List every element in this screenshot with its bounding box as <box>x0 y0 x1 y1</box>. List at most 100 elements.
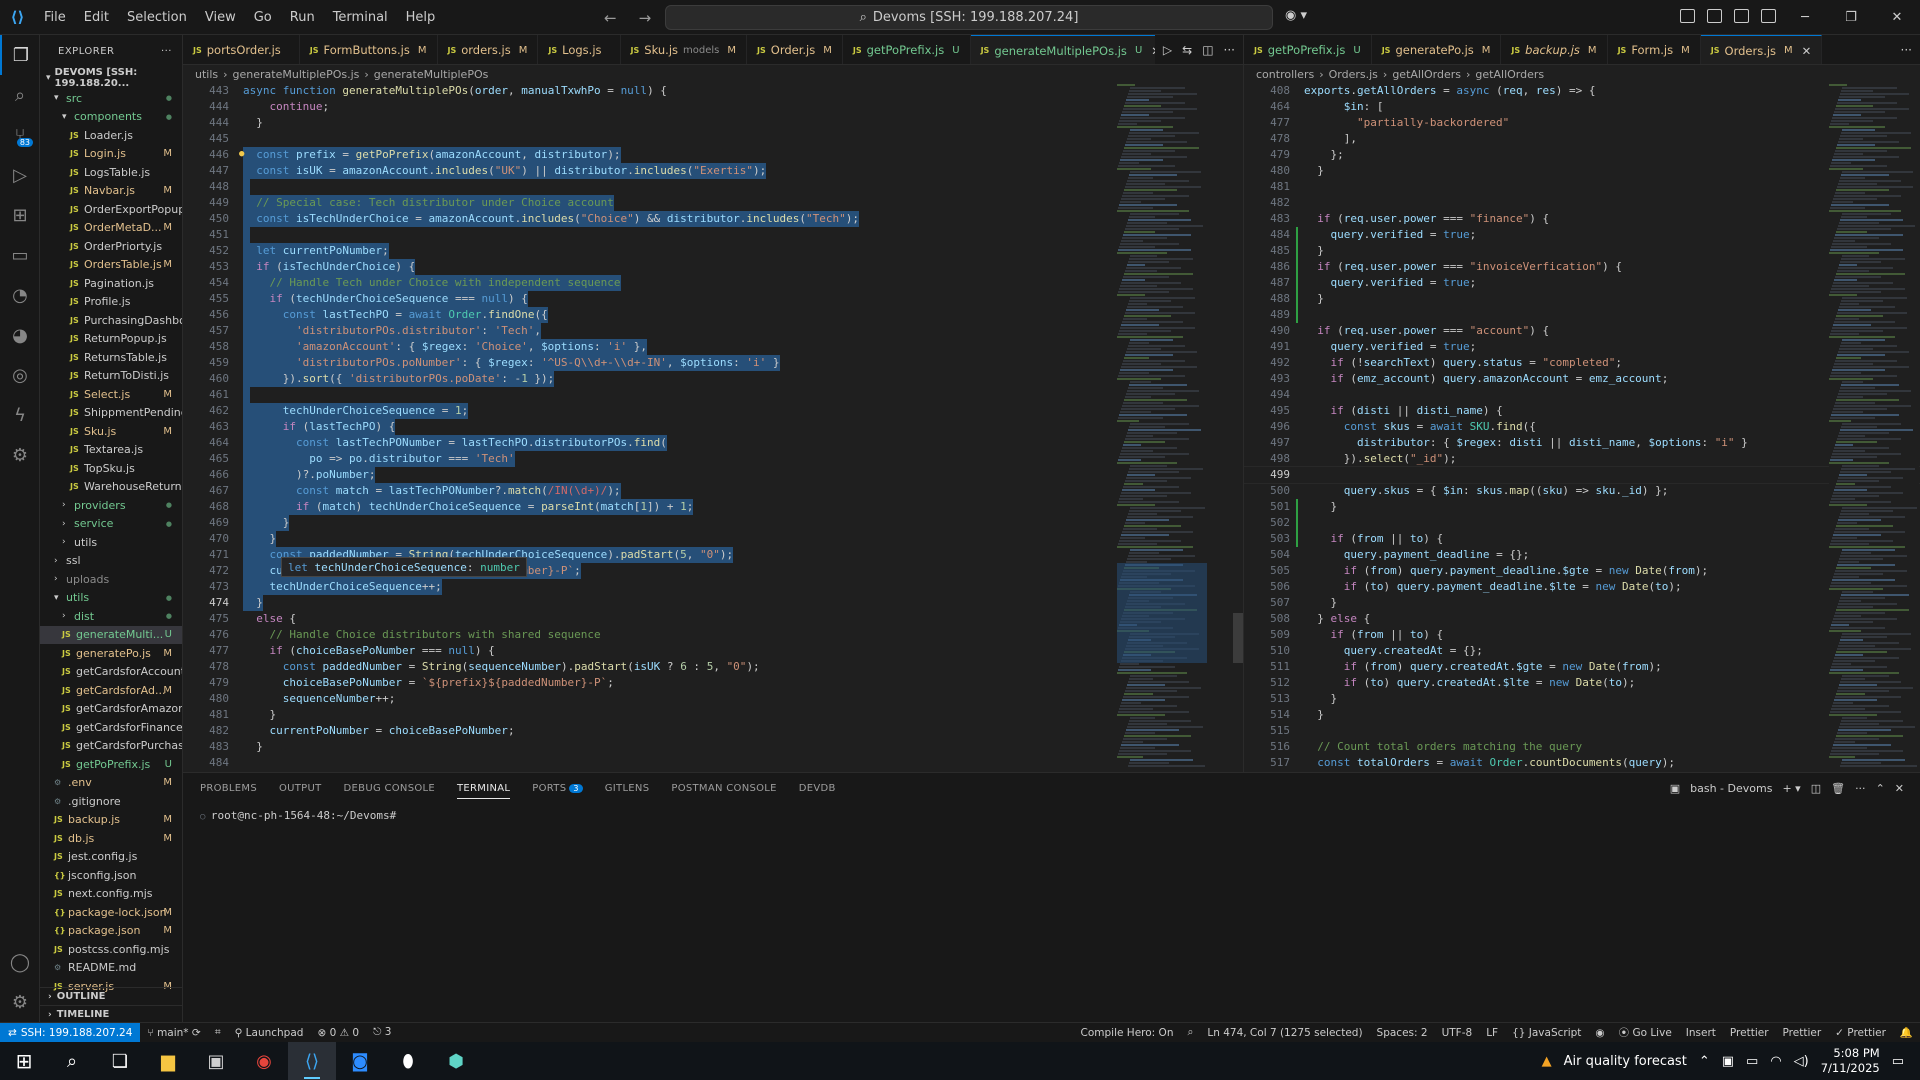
tree-item[interactable]: JS getCardsforFinance.js <box>40 718 182 737</box>
editor-tab[interactable]: JS Form.js M <box>1608 35 1701 64</box>
panel-tab-gitlens[interactable]: GITLENS <box>605 783 650 794</box>
tree-item[interactable]: › uploads <box>40 570 182 589</box>
notifications-bell-icon[interactable]: 🔔 <box>1893 1026 1920 1039</box>
panel-tab-debug-console[interactable]: DEBUG CONSOLE <box>344 783 435 794</box>
split-editor-icon[interactable]: ◫ <box>1202 43 1213 57</box>
breadcrumb-item[interactable]: utils <box>195 68 218 81</box>
editor-tab[interactable]: JSgenerateMultiplePOs.jsU✕ <box>970 35 1172 64</box>
remote-indicator[interactable]: ⇄ SSH: 199.188.207.24 <box>0 1022 141 1043</box>
tree-item[interactable]: JS Select.js M <box>40 385 182 404</box>
panel-tab-devdb[interactable]: DEVDB <box>799 783 836 794</box>
windows-start-icon[interactable]: ⊞ <box>0 1042 48 1080</box>
menu-terminal[interactable]: Terminal <box>324 0 397 35</box>
tree-item[interactable]: JS OrderMetaD... M <box>40 219 182 238</box>
close-panel-icon[interactable]: ✕ <box>1895 782 1904 795</box>
notification-center-icon[interactable]: ▭ <box>1892 1054 1904 1069</box>
compile-hero-item[interactable]: Compile Hero: On <box>1074 1027 1181 1039</box>
docker-icon[interactable]: ◎ <box>0 355 40 395</box>
tree-item[interactable]: JS backup.js M <box>40 811 182 830</box>
tree-item[interactable]: ▾ components ● <box>40 108 182 127</box>
tree-item[interactable]: ⚙ .gitignore <box>40 792 182 811</box>
tree-item[interactable]: JS getCardsforAmazon.js <box>40 700 182 719</box>
maximize-panel-icon[interactable]: ⌃ <box>1876 782 1885 795</box>
code-editor-right[interactable]: 408 exports.getAllOrders = async (req, re… <box>1244 83 1920 772</box>
close-tab-icon[interactable]: ✕ <box>1802 44 1812 58</box>
tree-item[interactable]: JS db.js M <box>40 829 182 848</box>
editor-tab[interactable]: JS getPoPrefix.js U <box>843 35 971 64</box>
volume-icon[interactable]: ◁) <box>1794 1054 1809 1069</box>
tree-item[interactable]: JS getCardsforPurchasi... <box>40 737 182 756</box>
tree-item[interactable]: › service ● <box>40 515 182 534</box>
tree-item[interactable]: JS postcss.config.mjs <box>40 940 182 959</box>
ports-indicator[interactable]: ⎋ 3 <box>366 1026 398 1039</box>
forward-arrow-icon[interactable]: → <box>639 9 652 27</box>
tree-item[interactable]: JS getCardsforAccount.js <box>40 663 182 682</box>
editor-tab[interactable]: JS getPoPrefix.js U <box>1244 35 1372 64</box>
menu-file[interactable]: File <box>35 0 75 35</box>
prettier-item[interactable]: Prettier <box>1723 1027 1776 1039</box>
panel-tab-terminal[interactable]: TERMINAL <box>457 778 511 799</box>
toggle-secondary-sidebar-icon[interactable] <box>1761 9 1776 23</box>
breadcrumb-item[interactable]: getAllOrders <box>1392 68 1461 81</box>
tree-item[interactable]: JS next.config.mjs <box>40 885 182 904</box>
panel-tab-postman-console[interactable]: POSTMAN CONSOLE <box>671 783 776 794</box>
search-view-icon[interactable]: ⌕ <box>0 75 40 115</box>
tree-item[interactable]: JS LogsTable.js <box>40 163 182 182</box>
back-arrow-icon[interactable]: ← <box>604 9 617 27</box>
terminal[interactable]: ○ root@nc-ph-1564-48:~/Devoms# <box>183 803 1920 828</box>
cursor-position[interactable]: Ln 474, Col 7 (1275 selected) <box>1200 1027 1369 1039</box>
command-center-search[interactable]: ⌕ Devoms [SSH: 199.188.207.24] <box>665 5 1273 30</box>
lightbulb-icon[interactable]: ● <box>239 149 244 159</box>
tree-item[interactable]: ⚙ .env M <box>40 774 182 793</box>
toggle-primary-sidebar-icon[interactable] <box>1707 9 1722 23</box>
more-icon[interactable]: ··· <box>1901 43 1912 57</box>
minimap-right[interactable] <box>1829 83 1919 772</box>
menu-help[interactable]: Help <box>397 0 445 35</box>
store-icon[interactable]: ▣ <box>192 1042 240 1080</box>
editor-tab[interactable]: JS FormButtons.js M <box>300 35 438 64</box>
more-actions-icon[interactable]: ··· <box>161 46 172 57</box>
source-control-icon[interactable]: ⑂ 83 <box>0 115 40 155</box>
tree-item[interactable]: JS Login.js M <box>40 145 182 164</box>
tray-chevron-icon[interactable]: ⌃ <box>1699 1054 1710 1069</box>
timeline-section[interactable]: › TIMELINE <box>40 1005 182 1022</box>
remote-explorer-icon[interactable]: ▭ <box>0 235 40 275</box>
clock[interactable]: 5:08 PM 7/11/2025 <box>1821 1046 1880 1076</box>
copilot-icon[interactable]: ◉ ▾ <box>1285 8 1307 23</box>
explorer-icon[interactable]: ❐ <box>0 35 40 75</box>
menu-selection[interactable]: Selection <box>118 0 196 35</box>
panel-tab-problems[interactable]: PROBLEMS <box>200 783 257 794</box>
customize-layout-icon[interactable] <box>1680 9 1695 23</box>
menu-edit[interactable]: Edit <box>75 0 118 35</box>
task-view-icon[interactable]: ❏ <box>96 1042 144 1080</box>
tree-item[interactable]: JS ReturnPopup.js <box>40 330 182 349</box>
tree-item[interactable]: › providers ● <box>40 496 182 515</box>
gitlens-status-icon[interactable]: ⌗ <box>208 1026 228 1039</box>
file-explorer-icon[interactable]: ▆ <box>144 1042 192 1080</box>
wifi-icon[interactable]: ◠ <box>1770 1054 1781 1069</box>
tray-app-icon[interactable]: ▣ <box>1722 1054 1734 1069</box>
run-debug-icon[interactable]: ▷ <box>0 155 40 195</box>
kill-terminal-icon[interactable]: 🗑 <box>1831 782 1845 795</box>
panel-tab-output[interactable]: OUTPUT <box>279 783 322 794</box>
tree-item[interactable]: JS OrderExportPopup.js <box>40 200 182 219</box>
tree-item[interactable]: JS getCardsforAd... M <box>40 681 182 700</box>
tree-item[interactable]: JS TopSku.js <box>40 459 182 478</box>
minimize-icon[interactable]: ─ <box>1782 0 1828 35</box>
more-icon[interactable]: ··· <box>1224 43 1235 57</box>
workspace-root[interactable]: ▾ DEVOMS [SSH: 199.188.20... <box>40 67 182 89</box>
tree-item[interactable]: JS ReturnToDisti.js <box>40 367 182 386</box>
tree-item[interactable]: JS jest.config.js <box>40 848 182 867</box>
tree-item[interactable]: JS PurchasingDashbo... <box>40 311 182 330</box>
problems-indicator[interactable]: ⊗ 0 ⚠ 0 <box>310 1027 366 1039</box>
more-icon[interactable]: ··· <box>1855 782 1866 795</box>
breadcrumb-item[interactable]: generateMultiplePOs <box>374 68 489 81</box>
python-icon[interactable]: ⚙ <box>0 435 40 475</box>
outline-section[interactable]: › OUTLINE <box>40 987 182 1005</box>
editor-tab[interactable]: JS orders.js M <box>438 35 539 64</box>
close-window-icon[interactable]: ✕ <box>1874 0 1920 35</box>
tree-item[interactable]: {} package.json M <box>40 922 182 941</box>
tree-item[interactable]: JS OrdersTable.js M <box>40 256 182 275</box>
editor-tab[interactable]: JS Logs.js <box>538 35 621 64</box>
panel-tab-ports[interactable]: PORTS 3 <box>532 783 583 794</box>
